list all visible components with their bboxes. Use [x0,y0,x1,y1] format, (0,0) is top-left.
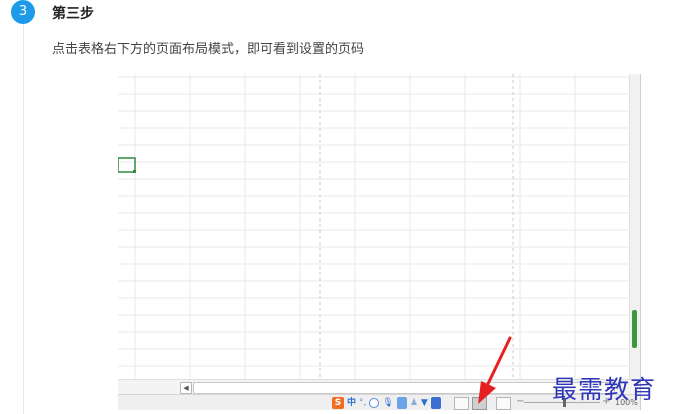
vertical-scroll-thumb[interactable] [632,310,637,348]
page-break-view-icon[interactable] [496,397,511,410]
ime-mode-indicator[interactable]: 中 [347,397,356,409]
step-description: 点击表格右下方的页面布局模式，即可看到设置的页码 [52,42,365,57]
step-title: 第三步 [52,6,94,22]
page-layout-view-icon[interactable] [472,397,487,410]
punctuation-icon[interactable]: °, [359,397,366,409]
toolbox-icon[interactable] [430,397,441,409]
step-number-badge: 3 [11,0,35,24]
watermark-logo: 最需教育 [552,375,657,404]
keyboard-icon[interactable] [396,397,407,409]
vertical-scrollbar[interactable] [629,74,640,379]
spreadsheet-grid [118,74,630,379]
shirt-icon[interactable]: ▼ [421,397,428,409]
normal-view-icon[interactable] [454,397,469,410]
person-icon[interactable]: ♟ [410,397,418,409]
voice-icon[interactable]: 🎙 [382,397,393,409]
emoji-icon[interactable] [369,398,380,408]
ime-tray: S 中 °, 🎙 ♟ ▼ [332,396,441,410]
spreadsheet-screenshot: ◀ S 中 °, 🎙 ♟ ▼ − + 100% [118,74,641,410]
sogou-ime-icon[interactable]: S [332,397,344,409]
step-connector-line [23,24,24,414]
scroll-left-arrow-icon[interactable]: ◀ [180,382,192,394]
